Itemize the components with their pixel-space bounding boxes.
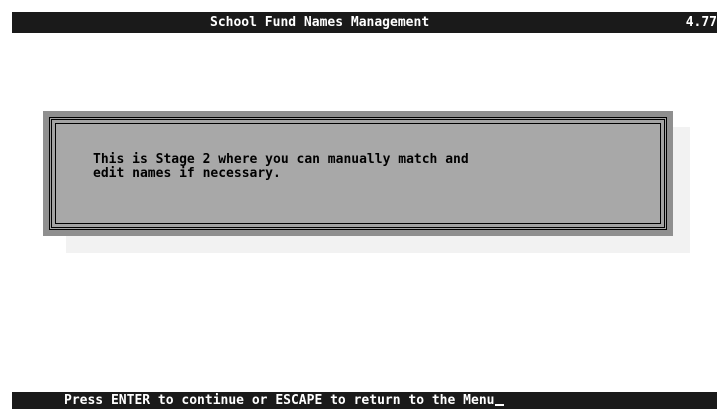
dialog-message: This is Stage 2 where you can manually m… [93,152,469,181]
dos-screen: School Fund Names Management 4.77 This i… [12,12,717,409]
message-dialog: This is Stage 2 where you can manually m… [43,111,673,236]
title-bar: School Fund Names Management 4.77 [12,12,717,33]
dialog-body: This is Stage 2 where you can manually m… [55,123,661,224]
dialog-border: This is Stage 2 where you can manually m… [49,117,667,230]
app-version: 4.77 [685,15,717,30]
app-title: School Fund Names Management [210,15,430,30]
status-prompt-line: Press ENTER to continue or ESCAPE to ret… [64,392,505,409]
status-prompt: Press ENTER to continue or ESCAPE to ret… [64,393,495,408]
status-bar: Press ENTER to continue or ESCAPE to ret… [12,392,717,409]
text-cursor [495,404,505,406]
